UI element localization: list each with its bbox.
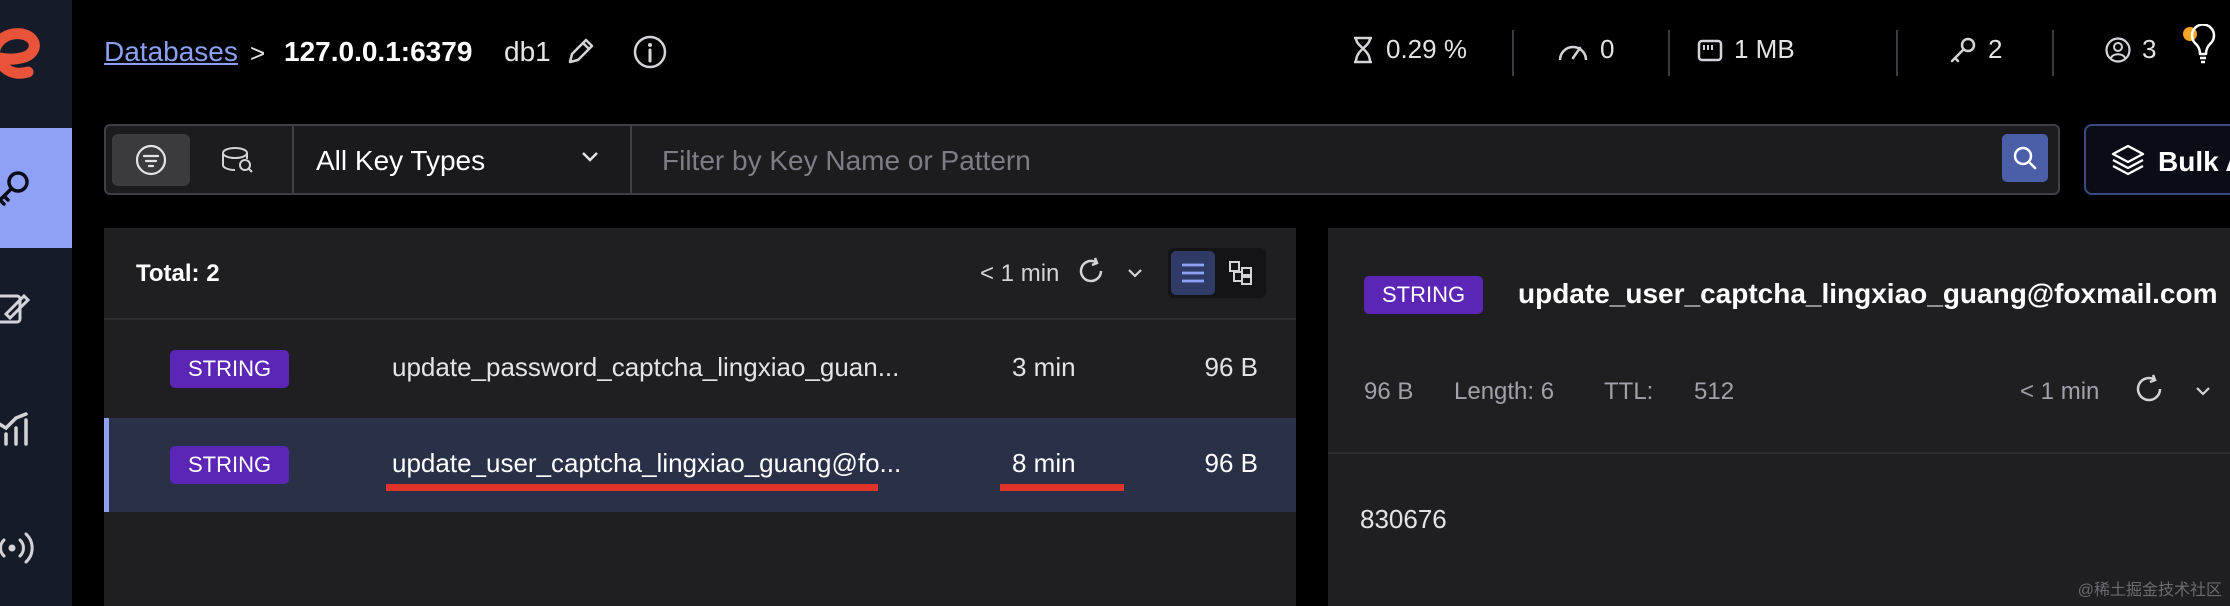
ops-stat-value: 0 [1600,34,1615,64]
memory-icon [1697,39,1723,61]
bulk-actions-button[interactable]: Bulk A [2084,124,2230,195]
key-size: 96 B [1364,378,1414,405]
ops-stat: 0 [1556,34,1614,65]
info-icon[interactable] [632,34,668,75]
ttl-label: TTL: [1604,378,1654,405]
key-ttl: 8 min [1012,448,1076,478]
lightbulb-icon[interactable] [2178,23,2228,81]
memory-stat-value: 1 MB [1734,34,1795,64]
last-refresh-time: < 1 min [980,260,1060,287]
key-type-badge: STRING [170,350,290,388]
key-length: Length: 6 [1454,378,1555,405]
key-pattern-search-input[interactable]: Filter by Key Name or Pattern [662,145,1031,177]
key-name-highlight-underline [386,484,878,491]
ttl-value[interactable]: 512 [1694,378,1734,406]
layers-icon [2110,142,2146,183]
redis-logo[interactable] [0,22,40,84]
divider [1328,452,2230,454]
total-keys: Total: 2 [136,260,220,287]
last-refresh-time: < 1 min [2020,378,2100,405]
key-type-badge: STRING [1364,276,1484,314]
key-list-header: Total: 2 < 1 min [104,228,1296,320]
stat-divider [2052,30,2054,76]
sidebar-item-browser[interactable] [0,128,72,248]
key-list-row[interactable]: STRING update_password_captcha_lingxiao_… [104,322,1296,416]
refresh-icon[interactable] [1076,256,1106,291]
sidebar-item-workbench[interactable] [0,248,72,368]
search-button[interactable] [2002,134,2048,182]
key-type-selected-value: All Key Types [316,145,486,176]
filter-icon [135,144,167,176]
breadcrumb-databases-link[interactable]: Databases [104,36,238,68]
breadcrumb-separator: > [250,38,266,68]
hourglass-icon [1354,36,1372,63]
tree-view-button[interactable] [1219,251,1263,295]
stat-divider [1512,30,1514,76]
view-mode-toggle [1168,248,1266,298]
key-type-badge: STRING [170,446,290,484]
breadcrumb-host: 127.0.0.1:6379 [284,36,473,67]
list-view-button[interactable] [1171,251,1215,295]
key-name: update_password_captcha_lingxiao_guan... [392,352,900,382]
key-size: 96 B [1204,448,1259,478]
key-size: 96 B [1204,352,1259,382]
filter-mode-toggle[interactable] [112,134,190,186]
cpu-stat: 0.29 % [1350,34,1467,65]
stat-divider [1668,30,1670,76]
key-name-title[interactable]: update_user_captcha_lingxiao_guang@foxma… [1518,278,2218,310]
edit-db-pencil-icon[interactable] [566,36,596,71]
clients-stat: 3 [2104,34,2156,65]
top-header: Databases > 127.0.0.1:6379 db1 0.29 % 0 … [72,0,2230,110]
key-list-panel: Total: 2 < 1 min STRING update_password_… [104,228,1296,606]
db-name: db1 [504,36,551,67]
tree-icon [1229,261,1252,285]
key-icon [0,171,29,206]
key-list-row-selected[interactable]: STRING update_user_captcha_lingxiao_guan… [104,418,1296,512]
analytics-icon [0,412,28,446]
list-icon [1182,263,1204,283]
keys-stat-value: 2 [1988,34,2003,64]
sidebar-item-analysis[interactable] [0,368,72,488]
sidebar [0,0,72,606]
keys-stat: 2 [1948,34,2002,65]
database-search-icon [222,147,253,173]
user-circle-icon [2105,36,2131,63]
clients-stat-value: 3 [2142,34,2157,64]
cpu-stat-value: 0.29 % [1386,34,1467,64]
chevron-down-icon[interactable] [1126,266,1144,284]
bulk-actions-label: Bulk A [2158,146,2230,177]
key-value[interactable]: 830676 [1360,504,1447,535]
key-type-select[interactable]: All Key Types [292,126,632,193]
edit-icon [0,293,31,324]
broadcast-icon [0,532,34,564]
chevron-down-icon [580,150,600,169]
stat-divider [1896,30,1898,76]
key-ttl: 3 min [1012,352,1076,382]
key-icon [1950,37,1976,62]
key-details-panel: STRING update_user_captcha_lingxiao_guan… [1328,228,2230,606]
watermark: @稀土掘金技术社区 [2077,582,2222,599]
ttl-highlight-underline [1000,484,1124,491]
key-filter-bar: All Key Types Filter by Key Name or Patt… [104,124,2060,195]
memory-stat: 1 MB [1696,34,1795,65]
refresh-icon[interactable] [2132,372,2166,411]
speedometer-icon [1558,45,1588,60]
sidebar-item-pubsub[interactable] [0,488,72,606]
chevron-down-icon[interactable] [2194,384,2212,402]
search-icon [2013,146,2037,170]
search-mode-toggle[interactable] [198,134,276,186]
key-name: update_user_captcha_lingxiao_guang@fo... [392,448,902,478]
